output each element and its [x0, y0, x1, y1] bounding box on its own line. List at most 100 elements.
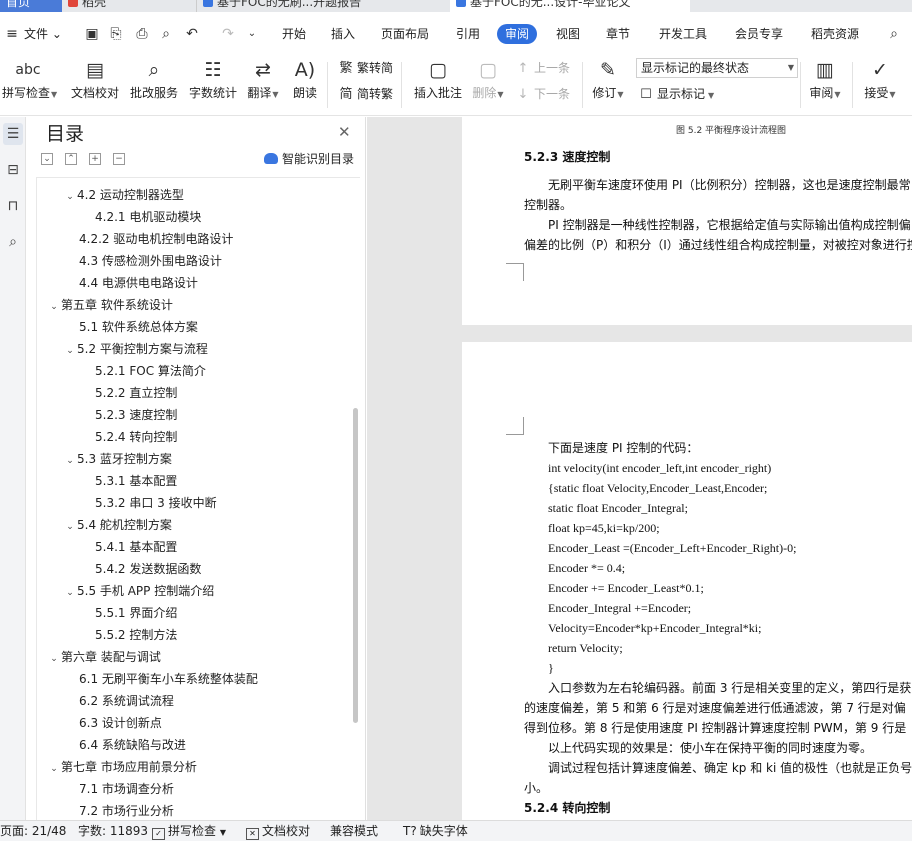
menu-insert[interactable]: 插入: [331, 24, 355, 44]
word-count-indicator[interactable]: 字数: 11893: [78, 823, 148, 840]
redo-icon[interactable]: ↷: [220, 26, 236, 42]
toc-item[interactable]: ⌄ 第七章 市场应用前景分析: [47, 756, 197, 778]
tab-daoke[interactable]: 稻壳: [62, 0, 188, 12]
chevron-down-icon[interactable]: ⌄: [63, 582, 77, 604]
batch-service-button[interactable]: ⌕ 批改服务: [129, 56, 179, 102]
close-icon[interactable]: ✕: [338, 124, 351, 140]
markup-state-select[interactable]: 显示标记的最终状态 ▼: [636, 58, 798, 78]
toc-item[interactable]: 4.2.2 驱动电机控制电路设计: [79, 228, 233, 250]
missing-font-button[interactable]: T? 缺失字体: [403, 823, 468, 840]
toc-item[interactable]: 5.3.1 基本配置: [95, 470, 177, 492]
toc-item[interactable]: ⌄ 5.3 蓝牙控制方案: [63, 448, 172, 470]
add-heading-icon[interactable]: +: [89, 153, 101, 165]
show-markup-button[interactable]: ☐ 显示标记 ▼: [638, 84, 714, 104]
menu-devtools[interactable]: 开发工具: [659, 24, 707, 44]
toc-item[interactable]: ⌄ 4.2 运动控制器选型: [63, 184, 184, 206]
chevron-down-icon[interactable]: ⌄: [47, 296, 61, 318]
body-line: 以上代码实现的效果是：使小车在保持平衡的同时速度为零。: [548, 741, 873, 755]
toc-item[interactable]: 6.1 无刷平衡车小车系统整体装配: [79, 668, 258, 690]
print-preview-icon[interactable]: ⌕: [158, 26, 174, 42]
search-icon[interactable]: ⌕: [3, 231, 23, 253]
toc-item[interactable]: 5.2.3 速度控制: [95, 404, 177, 426]
word-count-button[interactable]: ☷ 字数统计: [188, 56, 238, 102]
chevron-down-icon[interactable]: ⌄: [63, 340, 77, 362]
spell-check-button[interactable]: abc 拼写检查▼: [2, 56, 57, 104]
document-page[interactable]: 下面是速度 PI 控制的代码： int velocity(int encoder…: [462, 342, 912, 820]
menu-review[interactable]: 审阅: [497, 24, 538, 44]
toc-item[interactable]: 6.3 设计创新点: [79, 712, 162, 734]
document-page[interactable]: 图 5.2 平衡程序设计流程图 5.2.3 速度控制 无刷平衡车速度环使用 PI…: [462, 117, 912, 325]
bookmark-icon[interactable]: ⊓: [3, 195, 23, 217]
toc-item[interactable]: 7.2 市场行业分析: [79, 800, 174, 820]
toc-item[interactable]: 6.2 系统调试流程: [79, 690, 174, 712]
status-spell-check[interactable]: ✓ 拼写检查 ▼: [152, 823, 226, 840]
toc-item-label: 4.2.2 驱动电机控制电路设计: [79, 232, 234, 246]
smart-toc-button[interactable]: 智能识别目录: [264, 151, 354, 167]
toc-item[interactable]: 5.2.1 FOC 算法简介: [95, 360, 206, 382]
next-comment-button[interactable]: ↓ 下一条: [515, 84, 570, 104]
toc-item[interactable]: 6.4 系统缺陷与改进: [79, 734, 186, 756]
document-area[interactable]: 图 5.2 平衡程序设计流程图 5.2.3 速度控制 无刷平衡车速度环使用 PI…: [367, 117, 912, 820]
chapter-nav-icon[interactable]: ⊟: [3, 159, 23, 181]
print-icon[interactable]: ⎙: [134, 26, 150, 42]
doc-proof-button[interactable]: ▤ 文档校对: [70, 56, 120, 102]
tab-home[interactable]: 首页: [0, 0, 62, 12]
undo-icon[interactable]: ↶: [184, 26, 200, 42]
insert-comment-button[interactable]: ▢ 插入批注: [412, 56, 464, 102]
toc-item[interactable]: 4.2.1 电机驱动模块: [95, 206, 201, 228]
tab-proposal[interactable]: 基于FOC的无刷...开题报告: [196, 0, 448, 12]
chevron-down-icon[interactable]: ⌄: [47, 648, 61, 670]
toc-item[interactable]: 7.1 市场调查分析: [79, 778, 174, 800]
toc-item[interactable]: 5.2.2 直立控制: [95, 382, 177, 404]
menu-member[interactable]: 会员专享: [735, 24, 783, 44]
translate-button[interactable]: ⇄ 翻译▼: [246, 56, 280, 104]
menu-start[interactable]: 开始: [282, 24, 306, 44]
menu-reference[interactable]: 引用: [456, 24, 480, 44]
toc-item[interactable]: 5.4.2 发送数据函数: [95, 558, 201, 580]
chevron-down-icon[interactable]: ⌄: [244, 26, 260, 42]
menu-file[interactable]: 文件 ⌄: [24, 24, 62, 44]
review-pane-button[interactable]: ▥ 审阅▼: [806, 56, 844, 104]
chevron-down-icon[interactable]: ⌄: [63, 516, 77, 538]
toc-item[interactable]: ⌄ 第六章 装配与调试: [47, 646, 161, 668]
toc-item[interactable]: ⌄ 5.2 平衡控制方案与流程: [63, 338, 208, 360]
toc-item[interactable]: ⌄ 第五章 软件系统设计: [47, 294, 173, 316]
trad-to-simp-button[interactable]: 繁繁转简: [338, 58, 393, 78]
search-icon[interactable]: ⌕: [886, 26, 902, 42]
chevron-down-icon[interactable]: ⌄: [63, 450, 77, 472]
expand-icon[interactable]: ⌃: [65, 153, 77, 165]
chevron-down-icon[interactable]: ⌄: [63, 186, 77, 208]
menu-layout[interactable]: 页面布局: [381, 24, 429, 44]
toc-item[interactable]: 5.1 软件系统总体方案: [79, 316, 198, 338]
revise-button[interactable]: ✎ 修订▼: [590, 56, 626, 104]
next-comment-label: 下一条: [534, 87, 571, 101]
tab-thesis[interactable]: 基于FOC的无...设计-毕业论文: [450, 0, 690, 12]
toc-item[interactable]: ⌄ 5.5 手机 APP 控制端介绍: [63, 580, 214, 602]
toc-item[interactable]: 5.5.1 界面介绍: [95, 602, 177, 624]
toc-scrollbar[interactable]: [353, 408, 358, 723]
prev-comment-button[interactable]: ↑ 上一条: [515, 58, 570, 78]
delete-comment-button[interactable]: ▢ 删除▼: [472, 56, 504, 104]
chevron-down-icon[interactable]: ⌄: [47, 758, 61, 780]
collapse-all-icon[interactable]: ⌄: [41, 153, 53, 165]
remove-heading-icon[interactable]: −: [113, 153, 125, 165]
toc-item[interactable]: 5.2.4 转向控制: [95, 426, 177, 448]
toc-panel-icon[interactable]: ☰: [3, 123, 23, 145]
save-icon[interactable]: ▣: [84, 26, 100, 42]
menu-chapter[interactable]: 章节: [606, 24, 630, 44]
toc-item[interactable]: 5.3.2 串口 3 接收中断: [95, 492, 217, 514]
toc-item[interactable]: 4.4 电源供电电路设计: [79, 272, 198, 294]
export-pdf-icon[interactable]: ⎘: [108, 26, 124, 42]
simp-to-trad-button[interactable]: 简简转繁: [338, 84, 393, 104]
menu-view[interactable]: 视图: [556, 24, 580, 44]
page-indicator[interactable]: 页面: 21/48: [0, 823, 66, 840]
toc-item[interactable]: 4.3 传感检测外围电路设计: [79, 250, 222, 272]
status-doc-proof[interactable]: ✕ 文档校对: [246, 823, 310, 840]
toc-item[interactable]: ⌄ 5.4 舵机控制方案: [63, 514, 172, 536]
hamburger-icon[interactable]: ≡: [4, 26, 20, 42]
menu-daoke-resources[interactable]: 稻壳资源: [811, 24, 859, 44]
accept-button[interactable]: ✓ 接受▼: [860, 56, 900, 104]
toc-item[interactable]: 5.4.1 基本配置: [95, 536, 177, 558]
toc-item[interactable]: 5.5.2 控制方法: [95, 624, 177, 646]
read-aloud-button[interactable]: A) 朗读: [290, 56, 320, 102]
